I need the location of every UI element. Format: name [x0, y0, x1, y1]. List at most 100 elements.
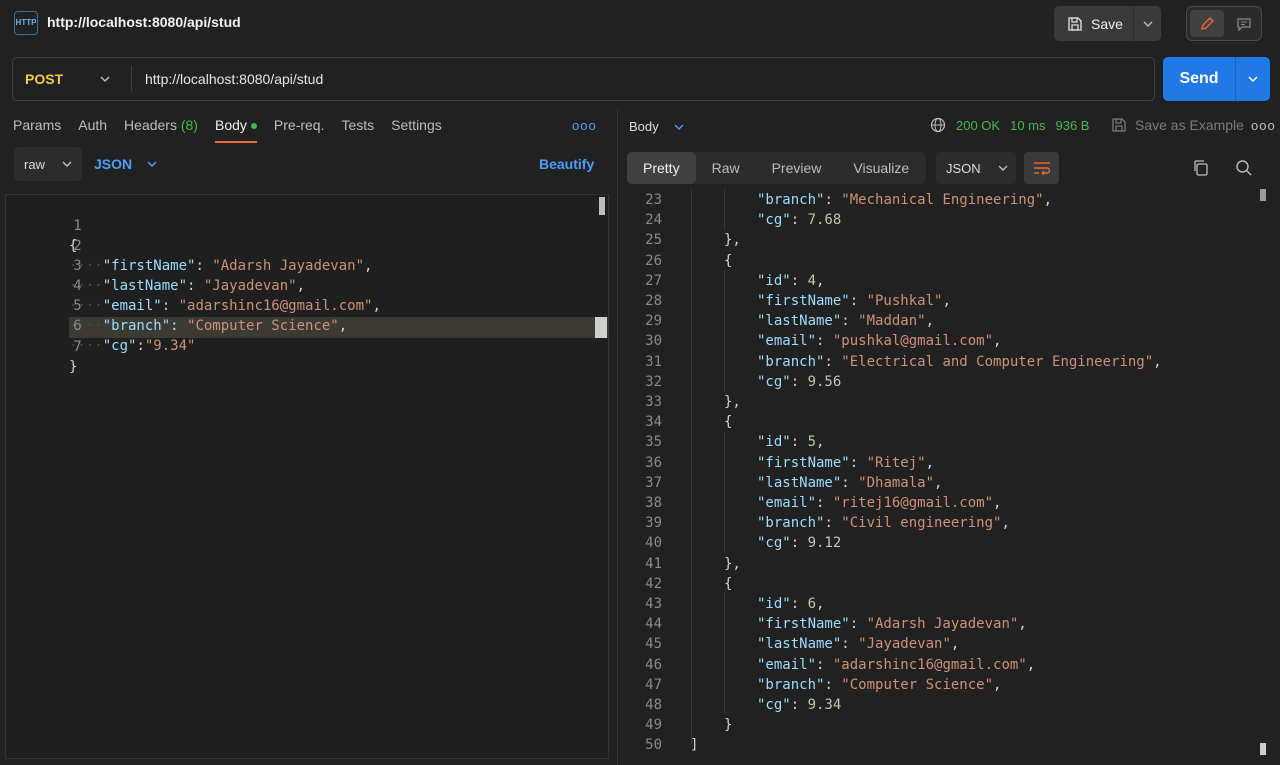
save-options-button[interactable] — [1133, 6, 1161, 41]
line-number: 32 — [645, 373, 662, 390]
code-line: 48 "cg": 9.34 — [620, 695, 1280, 715]
response-size[interactable]: 936 B — [1056, 118, 1090, 133]
tab-body[interactable]: Body — [214, 117, 257, 144]
line-number: 41 — [645, 555, 662, 572]
headers-count: (8) — [180, 117, 198, 133]
response-body-viewer[interactable]: 23 "branch": "Mechanical Engineering", 24 "… — [620, 189, 1280, 765]
tab-raw[interactable]: Raw — [696, 152, 756, 184]
response-format-label: JSON — [946, 160, 981, 176]
json-value: 9.34 — [807, 697, 842, 713]
json-value: "9.34" — [144, 338, 196, 354]
url-input[interactable]: http://localhost:8080/api/stud — [145, 71, 323, 87]
scrollbar-thumb[interactable] — [1260, 189, 1266, 201]
json-value: "Electrical and Computer Engineering" — [841, 353, 1154, 370]
search-icon — [1236, 160, 1252, 176]
code-line: 26 { — [620, 251, 1280, 271]
body-format-select[interactable]: JSON — [94, 156, 158, 172]
response-view-select[interactable]: Body — [629, 119, 685, 134]
wrap-lines-icon — [1033, 162, 1050, 175]
json-key: "lastName" — [757, 474, 842, 491]
json-key: "email" — [757, 656, 817, 673]
line-number: 46 — [645, 656, 662, 673]
code-line: 35 "id": 5, — [620, 432, 1280, 452]
line-number: 48 — [645, 697, 662, 713]
json-key: "id" — [757, 596, 791, 612]
json-key: "cg" — [757, 212, 791, 229]
tab-auth[interactable]: Auth — [78, 117, 107, 144]
globe-icon — [930, 117, 946, 133]
tab-settings[interactable]: Settings — [391, 117, 442, 144]
json-punctuation: { — [724, 575, 733, 592]
code-line: 5 ····"branch": "Computer Science", — [6, 276, 608, 334]
json-punctuation: }, — [724, 232, 741, 249]
floppy-disk-icon — [1112, 118, 1126, 132]
method-select[interactable]: POST — [13, 58, 131, 100]
more-options-icon[interactable]: ooo — [1251, 118, 1276, 133]
send-group: Send — [1163, 57, 1270, 101]
json-key: "branch" — [757, 676, 825, 693]
send-options-button[interactable] — [1235, 57, 1270, 101]
json-punctuation: { — [724, 414, 733, 431]
wrap-lines-button[interactable] — [1024, 152, 1059, 184]
save-button[interactable]: Save — [1054, 6, 1132, 41]
search-button[interactable] — [1235, 159, 1253, 180]
json-value: "ritej16@gmail.com" — [832, 495, 994, 511]
json-key: "firstName" — [757, 293, 850, 309]
code-line: 34 { — [620, 412, 1280, 432]
json-key: "email" — [757, 495, 817, 511]
line-number: 36 — [645, 454, 662, 471]
code-line: 36 "firstName": "Ritej", — [620, 453, 1280, 473]
code-line: 50] — [620, 735, 1280, 755]
body-format-label: JSON — [94, 156, 133, 172]
tab-preview[interactable]: Preview — [756, 152, 838, 184]
code-line: 42 { — [620, 574, 1280, 594]
json-key: "branch" — [757, 192, 825, 208]
more-options-icon[interactable]: ooo — [572, 118, 597, 133]
request-body-editor[interactable]: 1 { 2 ····"firstName": "Adarsh Jayadevan… — [5, 194, 609, 759]
response-status: 200 OK 10 ms 936 B — [930, 117, 1089, 133]
chevron-down-icon — [674, 124, 684, 130]
save-group: Save — [1054, 6, 1161, 41]
json-key: "cg" — [757, 373, 791, 390]
request-title[interactable]: http://localhost:8080/api/stud — [47, 14, 241, 30]
line-number: 50 — [645, 737, 662, 754]
top-header: HTTP http://localhost:8080/api/stud Save — [0, 0, 1280, 46]
pane-divider[interactable] — [617, 110, 618, 765]
tab-body-label: Body — [214, 117, 247, 133]
code-line: 38 "email": "ritej16@gmail.com", — [620, 493, 1280, 513]
code-line: 24 "cg": 7.68 — [620, 210, 1280, 230]
json-punctuation: { — [724, 252, 733, 269]
tab-headers[interactable]: Headers (8) — [124, 117, 198, 144]
json-key: "lastName" — [757, 313, 842, 330]
response-time[interactable]: 10 ms — [1010, 118, 1045, 133]
tab-pretty[interactable]: Pretty — [627, 152, 696, 184]
edit-mode-button[interactable] — [1190, 10, 1224, 37]
json-key: "email" — [757, 333, 817, 350]
json-value: 5 — [807, 434, 817, 451]
line-number: 43 — [645, 596, 662, 612]
comment-icon — [1237, 17, 1251, 31]
send-button[interactable]: Send — [1163, 57, 1235, 101]
response-format-select[interactable]: JSON — [936, 152, 1016, 184]
comment-mode-button[interactable] — [1227, 10, 1261, 37]
tab-tests[interactable]: Tests — [341, 117, 374, 144]
tab-visualize[interactable]: Visualize — [837, 152, 925, 184]
beautify-button[interactable]: Beautify — [539, 156, 594, 172]
line-number: 45 — [645, 636, 662, 653]
scrollbar-thumb[interactable] — [1260, 743, 1266, 755]
json-value: "Maddan" — [858, 313, 926, 330]
code-line: 7 } — [6, 317, 608, 375]
save-as-example-button[interactable]: Save as Example — [1111, 117, 1244, 133]
tab-params[interactable]: Params — [13, 117, 61, 144]
chevron-down-icon — [998, 165, 1008, 171]
code-line: 25}, — [620, 230, 1280, 250]
line-number: 40 — [645, 535, 662, 552]
json-value: 6 — [807, 596, 817, 612]
code-line: 2 ····"firstName": "Adarsh Jayadevan", — [6, 216, 608, 274]
copy-button[interactable] — [1192, 159, 1210, 180]
status-code[interactable]: 200 OK — [956, 118, 1000, 133]
tab-prereq[interactable]: Pre-req. — [274, 117, 325, 144]
body-mode-select[interactable]: raw — [14, 147, 82, 181]
line-number: 39 — [645, 515, 662, 532]
json-key: "lastName" — [757, 636, 842, 653]
